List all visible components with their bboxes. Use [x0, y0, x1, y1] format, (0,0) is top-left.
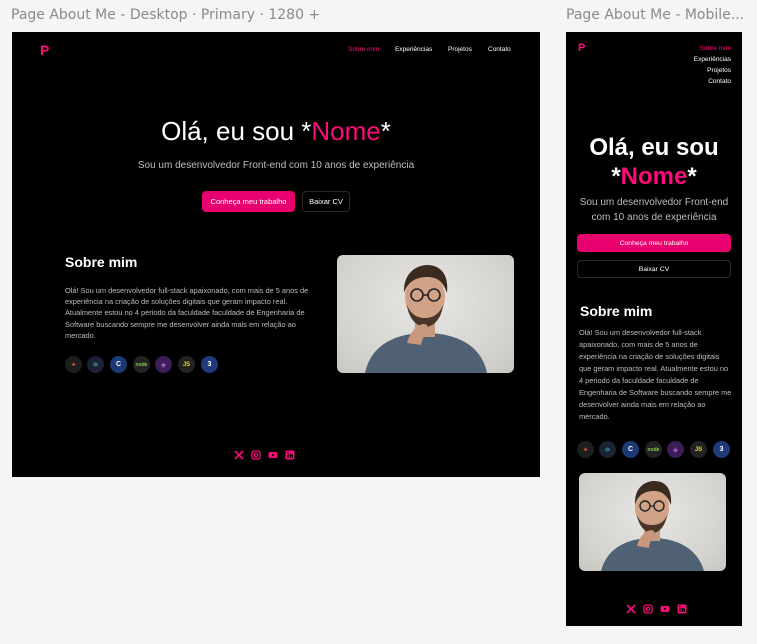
logo[interactable]: P: [40, 42, 49, 58]
c-lang-icon: C: [110, 356, 127, 373]
css3-icon: 3: [201, 356, 218, 373]
figma-icon: ✦: [577, 441, 594, 458]
nav-mobile-projetos[interactable]: Projetos: [707, 67, 731, 74]
youtube-icon[interactable]: [660, 604, 670, 614]
instagram-icon[interactable]: [251, 450, 261, 460]
nav-contato[interactable]: Contato: [488, 46, 511, 53]
tech-icons-row-mobile: ✦ ⚛ C node ◈ JS 3: [577, 441, 737, 458]
desktop-frame: P Sobre mim Experiências Projetos Contat…: [12, 32, 540, 477]
hero-title-name: Nome: [311, 116, 381, 146]
person-illustration: [365, 265, 487, 373]
nav-mobile-contato[interactable]: Contato: [708, 78, 731, 85]
mobile-frame: P Sobre mim Experiências Projetos Contat…: [566, 32, 742, 626]
about-heading-mobile: Sobre mim: [580, 303, 653, 319]
graphql-icon: ◈: [155, 356, 172, 373]
mobile-frame-label: Page About Me - Mobile...: [566, 7, 745, 23]
hero-subtitle-mobile: Sou um desenvolvedor Front-end com 10 an…: [579, 197, 729, 223]
nav-experiencias[interactable]: Experiências: [395, 46, 432, 53]
linkedin-icon[interactable]: [285, 450, 295, 460]
linkedin-icon[interactable]: [677, 604, 687, 614]
social-icons-mobile: [626, 604, 690, 614]
graphql-icon: ◈: [667, 441, 684, 458]
css3-icon: 3: [713, 441, 730, 458]
hero-subtitle: Sou um desenvolvedor Front-end com 10 an…: [137, 160, 415, 171]
about-heading: Sobre mim: [65, 254, 138, 270]
profile-photo: [337, 255, 514, 373]
cta-primary-button-mobile[interactable]: Conheça meu trabalho: [577, 234, 731, 252]
about-body: Olá! Sou um desenvolvedor full-stack apa…: [65, 286, 309, 340]
react-icon: ⚛: [87, 356, 104, 373]
javascript-icon: JS: [178, 356, 195, 373]
nav-mobile-sobre-mim[interactable]: Sobre mim: [700, 45, 731, 52]
instagram-icon[interactable]: [643, 604, 653, 614]
nav-sobre-mim[interactable]: Sobre mim: [348, 46, 379, 53]
hero-title-mobile-line2: *Nome*: [611, 163, 697, 190]
cta-primary-button[interactable]: Conheça meu trabalho: [202, 191, 295, 212]
youtube-icon[interactable]: [268, 450, 278, 460]
about-body-mobile: Olá! Sou um desenvolvedor full-stack apa…: [579, 328, 732, 421]
nav-mobile-experiencias[interactable]: Experiências: [694, 56, 731, 63]
logo-mobile[interactable]: P: [578, 42, 585, 54]
person-illustration-mobile: [601, 481, 704, 571]
nav-projetos[interactable]: Projetos: [448, 46, 472, 53]
javascript-icon: JS: [690, 441, 707, 458]
tech-icons-row: ✦ ⚛ C node ◈ JS 3: [65, 356, 235, 373]
nodejs-icon: node: [133, 356, 150, 373]
react-icon: ⚛: [599, 441, 616, 458]
download-cv-button-mobile[interactable]: Baixar CV: [577, 260, 731, 278]
profile-photo-mobile: [579, 473, 726, 571]
x-icon[interactable]: [234, 450, 244, 460]
c-lang-icon: C: [622, 441, 639, 458]
download-cv-button[interactable]: Baixar CV: [302, 191, 350, 212]
desktop-frame-label: Page About Me - Desktop · Primary · 1280…: [11, 7, 321, 23]
nodejs-icon: node: [645, 441, 662, 458]
hero-title: Olá, eu sou *Nome*: [12, 116, 540, 147]
hero-title-prefix: Olá, eu sou *: [161, 116, 312, 146]
hero-title-suffix: *: [380, 116, 391, 146]
hero-title-mobile-line1: Olá, eu sou: [589, 134, 719, 161]
hero-title-mobile: Olá, eu sou *Nome*: [566, 133, 742, 191]
x-icon[interactable]: [626, 604, 636, 614]
figma-icon: ✦: [65, 356, 82, 373]
social-icons: [234, 450, 298, 460]
